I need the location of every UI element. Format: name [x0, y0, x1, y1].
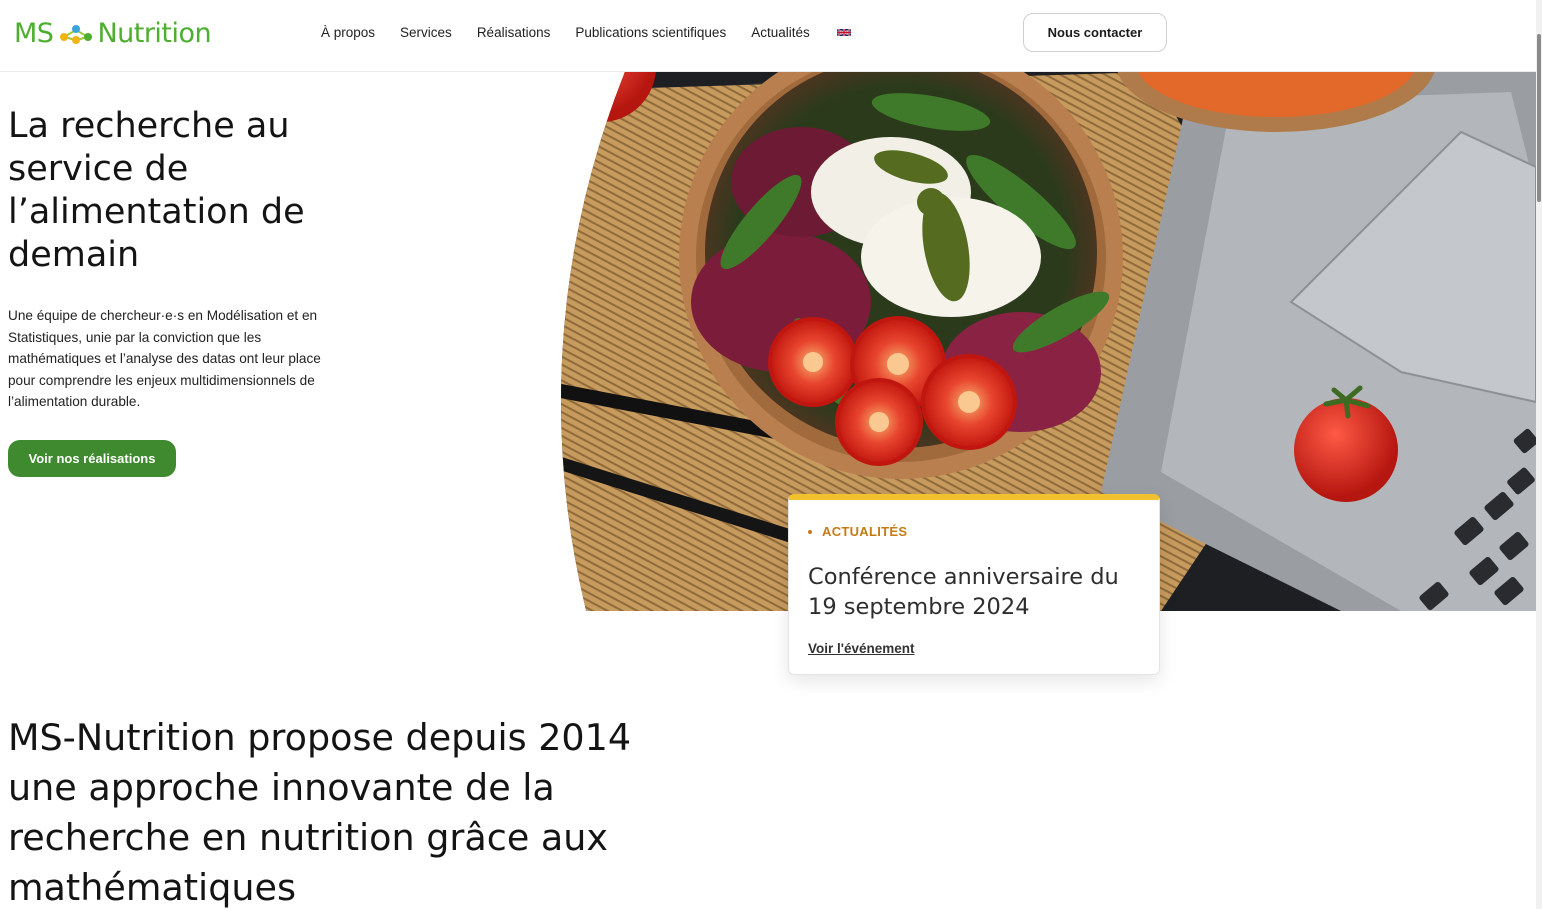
- nav-item-actualites[interactable]: Actualités: [751, 25, 810, 40]
- logo-text-nutrition: Nutrition: [97, 18, 212, 49]
- page-scrollbar[interactable]: [1536, 0, 1542, 909]
- view-event-link[interactable]: Voir l'événement: [808, 641, 915, 656]
- news-title: Conférence anniversaire du 19 septembre …: [808, 564, 1119, 620]
- nav-item-a-propos[interactable]: À propos: [321, 25, 375, 40]
- nav-item-realisations[interactable]: Réalisations: [477, 25, 551, 40]
- view-projects-button[interactable]: Voir nos réalisations: [8, 440, 176, 477]
- site-logo[interactable]: MS Nutrition: [14, 16, 212, 52]
- nav-item-services[interactable]: Services: [400, 25, 452, 40]
- news-tag: ACTUALITÉS: [808, 524, 907, 539]
- uk-flag-icon[interactable]: [836, 27, 851, 37]
- site-header: MS Nutrition À propos Services Réalisati…: [0, 0, 1536, 72]
- molecule-dots-icon: [60, 25, 93, 44]
- news-card: ACTUALITÉS Conférence anniversaire du 19…: [788, 494, 1160, 675]
- scrollbar-thumb[interactable]: [1537, 34, 1541, 202]
- intro-heading: MS-Nutrition propose depuis 2014 une app…: [8, 716, 632, 909]
- main-nav: À propos Services Réalisations Publicati…: [321, 0, 851, 64]
- nav-item-publications[interactable]: Publications scientifiques: [575, 25, 726, 40]
- bullet-dot-icon: [808, 529, 812, 534]
- hero-description: Une équipe de chercheur·e·s en Modélisat…: [8, 308, 321, 410]
- contact-button[interactable]: Nous contacter: [1023, 13, 1167, 52]
- news-tag-label: ACTUALITÉS: [822, 524, 908, 539]
- logo-text-ms: MS: [14, 18, 54, 49]
- hero-title: La recherche au service de l’alimentatio…: [8, 106, 305, 275]
